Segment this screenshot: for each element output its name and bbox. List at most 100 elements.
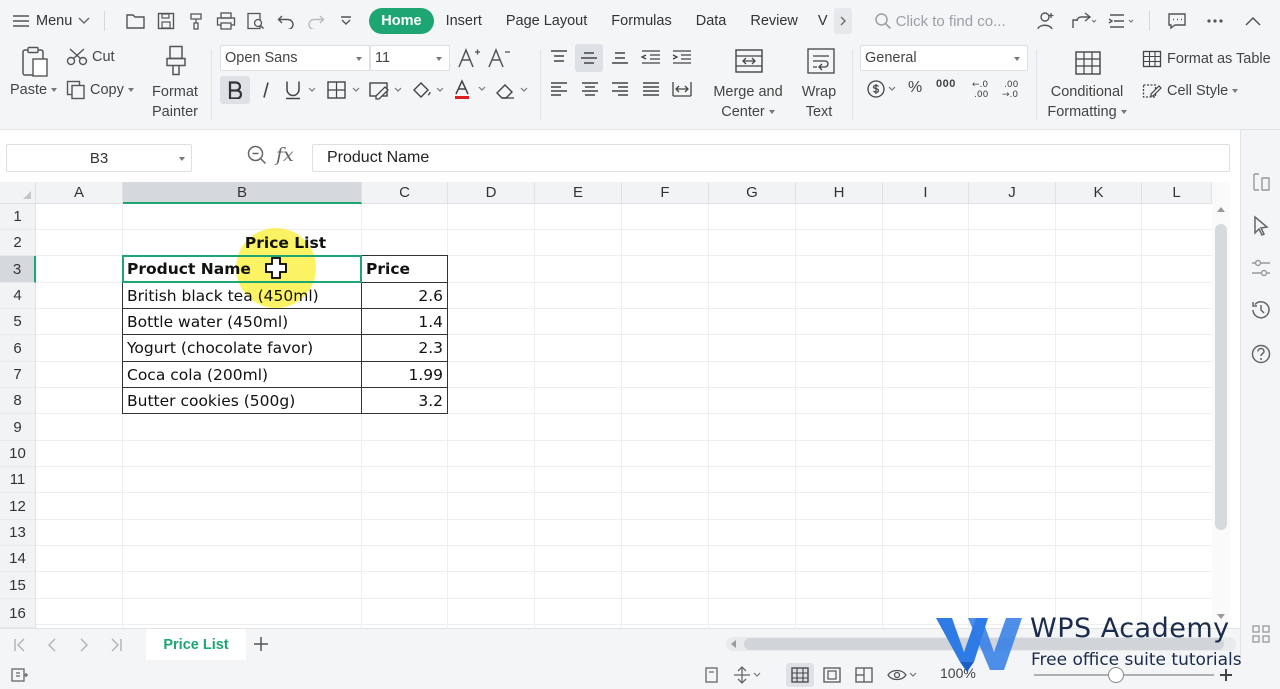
insert-function-button[interactable]: fx [276,144,294,166]
align-center-icon[interactable] [577,76,603,102]
align-bottom-icon[interactable] [607,44,633,70]
redo-icon[interactable] [301,6,331,36]
row-header-11[interactable]: 11 [0,467,36,493]
row-header-4[interactable]: 4 [0,283,36,309]
merge-center-icon[interactable] [732,46,766,76]
save-icon[interactable] [151,6,181,36]
normal-view-icon[interactable] [786,663,814,687]
row-header-14[interactable]: 14 [0,546,36,572]
row-header-9[interactable]: 9 [0,414,36,441]
row-header-15[interactable]: 15 [0,572,36,599]
percent-button[interactable]: % [908,79,922,97]
italic-icon[interactable] [254,76,278,104]
distributed-align-icon[interactable] [669,76,695,102]
copy-button[interactable]: Copy [66,80,134,100]
row-header-16[interactable]: 16 [0,599,36,628]
product-name-cell[interactable]: Coca cola (200ml) [122,361,362,388]
column-header-g[interactable]: G [709,182,796,204]
price-cell[interactable]: 2.6 [361,282,448,309]
currency-icon[interactable] [864,76,900,102]
product-name-cell[interactable]: Butter cookies (500g) [122,387,362,414]
history-icon[interactable] [1247,296,1275,324]
comment-icon[interactable] [1160,6,1194,36]
price-cell[interactable]: 1.4 [361,308,448,335]
align-top-icon[interactable] [546,44,572,70]
column-header-e[interactable]: E [535,182,622,204]
product-name-cell[interactable]: Yogurt (chocolate favor) [122,334,362,362]
previous-sheet-icon[interactable] [42,635,62,655]
select-all-corner[interactable] [0,182,36,204]
cut-button[interactable]: Cut [66,48,115,66]
price-cell[interactable]: 1.99 [361,361,448,388]
page-view-icon[interactable] [700,663,724,687]
undo-icon[interactable] [271,6,301,36]
column-header-j[interactable]: J [969,182,1056,204]
align-left-icon[interactable] [546,76,572,102]
format-painter-button[interactable]: Format Painter [150,82,200,122]
header-cell-price[interactable]: Price [361,255,448,283]
sheet-tab-price-list[interactable]: Price List [146,629,246,661]
conditional-formatting-button[interactable]: Conditional Formatting [1046,82,1128,122]
column-header-d[interactable]: D [448,182,535,204]
spreadsheet-grid[interactable]: A B C D E F G H I J K L 1 2 3 4 5 6 7 8 … [0,182,1212,628]
column-header-c[interactable]: C [362,182,448,204]
sheet-title-cell[interactable]: Price List [123,230,448,256]
share-icon[interactable] [1067,6,1101,36]
customize-toolbar-icon[interactable] [331,6,361,36]
row-header-2[interactable]: 2 [0,230,36,256]
format-painter-small-icon[interactable] [181,6,211,36]
align-right-icon[interactable] [607,76,633,102]
row-header-7[interactable]: 7 [0,362,36,388]
column-header-h[interactable]: H [796,182,883,204]
macro-status-icon[interactable] [8,663,32,687]
row-header-10[interactable]: 10 [0,441,36,467]
borders-icon[interactable] [324,76,364,104]
decrease-font-size-icon[interactable] [486,46,512,70]
column-header-l[interactable]: L [1142,182,1212,204]
tab-insert[interactable]: Insert [434,8,494,34]
properties-sliders-icon[interactable] [1247,254,1275,282]
increase-font-size-icon[interactable] [456,46,482,70]
row-header-13[interactable]: 13 [0,520,36,546]
row-header-1[interactable]: 1 [0,204,36,230]
tab-data[interactable]: Data [684,8,739,34]
row-header-6[interactable]: 6 [0,335,36,362]
paste-button[interactable]: Paste [10,82,58,98]
page-break-view-icon[interactable] [820,663,844,687]
scroll-left-icon[interactable] [730,640,736,648]
product-name-cell[interactable]: Bottle water (450ml) [122,308,362,335]
thousands-separator-button[interactable]: 000 [936,78,956,90]
tab-page-layout[interactable]: Page Layout [494,8,599,34]
format-painter-icon[interactable] [162,44,190,78]
font-size-select[interactable]: 11 [370,45,450,71]
price-cell[interactable]: 3.2 [361,387,448,414]
font-name-select[interactable]: Open Sans [220,45,370,71]
cell-style-button[interactable]: Cell Style [1142,82,1239,100]
indent-options-icon[interactable] [1105,6,1139,36]
number-format-select[interactable]: General [860,45,1028,71]
tab-review[interactable]: Review [738,8,810,34]
font-color-icon[interactable] [450,76,490,104]
vertical-scroll-thumb[interactable] [1215,224,1227,530]
print-preview-icon[interactable] [241,6,271,36]
product-name-cell[interactable]: British black tea (450ml) [122,282,362,309]
scroll-up-icon[interactable] [1217,206,1225,212]
more-options-icon[interactable] [1198,6,1232,36]
fill-color-icon[interactable] [408,76,448,104]
search-box[interactable]: Click to find co... [874,12,1034,30]
more-tabs-button[interactable] [833,8,852,34]
page-layout-view-icon[interactable] [852,663,876,687]
clear-eraser-icon[interactable] [492,76,532,104]
collapse-ribbon-icon[interactable] [1236,6,1270,36]
tab-view[interactable]: V [810,8,832,34]
row-header-8[interactable]: 8 [0,388,36,414]
wrap-text-button[interactable]: Wrap Text [796,82,842,122]
increase-indent-icon[interactable] [669,44,695,70]
wrap-text-icon[interactable] [804,46,838,76]
open-folder-icon[interactable] [121,6,151,36]
freeze-panes-icon[interactable] [730,663,764,687]
panel-toggle-icon[interactable] [1247,168,1275,196]
increase-decimal-icon[interactable]: ←.0.00 [970,76,994,102]
last-sheet-icon[interactable] [106,635,126,655]
underline-icon[interactable] [282,76,320,104]
